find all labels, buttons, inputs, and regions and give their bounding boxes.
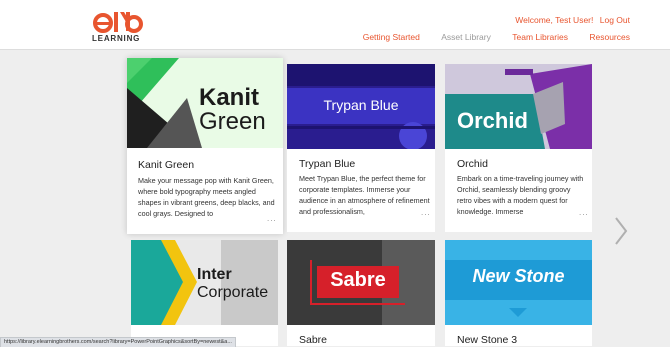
theme-card-kanit-green[interactable]: Kanit Green Kanit Green Make your messag…: [127, 58, 283, 234]
card-title[interactable]: Sabre: [299, 334, 327, 346]
user-area: Welcome, Test User! Log Out: [511, 15, 630, 25]
card-description: Embark on a time-traveling journey with …: [457, 174, 584, 216]
nav-getting-started[interactable]: Getting Started: [363, 32, 420, 42]
theme-card-inter-corporate[interactable]: Inter Corporate: [131, 240, 278, 346]
thumb-title: Orchid: [457, 108, 528, 133]
card-title[interactable]: Trypan Blue: [299, 158, 355, 170]
card-thumbnail[interactable]: New Stone: [445, 240, 592, 325]
more-options[interactable]: ...: [421, 208, 431, 217]
nav-team-libraries[interactable]: Team Libraries: [512, 32, 568, 42]
theme-card-new-stone-3[interactable]: New Stone New Stone 3: [445, 240, 592, 346]
card-thumbnail[interactable]: Orchid: [445, 64, 592, 149]
thumb-title-line2: Green: [199, 108, 266, 135]
thumb-title-line2: Corporate: [197, 284, 269, 301]
thumb-title-line1: Inter: [197, 266, 232, 283]
card-thumbnail[interactable]: Sabre: [287, 240, 435, 325]
chevron-right-icon[interactable]: [612, 216, 630, 246]
thumb-title: Trypan Blue: [323, 97, 399, 113]
orchid-art: [445, 64, 592, 149]
card-title[interactable]: Orchid: [457, 158, 488, 170]
welcome-link[interactable]: Welcome, Test User!: [515, 15, 593, 25]
thumb-title: New Stone: [472, 266, 565, 286]
theme-card-trypan-blue[interactable]: Trypan Blue Trypan Blue Meet Trypan Blue…: [287, 64, 435, 232]
nav-resources[interactable]: Resources: [589, 32, 630, 42]
nav-asset-library[interactable]: Asset Library: [441, 32, 491, 42]
more-options[interactable]: ...: [267, 214, 277, 223]
card-title[interactable]: New Stone 3: [457, 334, 517, 346]
card-description: Meet Trypan Blue, the perfect theme for …: [299, 174, 430, 216]
main-nav: Getting Started Asset Library Team Libra…: [344, 32, 630, 42]
thumb-title: Sabre: [330, 269, 386, 291]
logo-wordmark: LEARNING: [92, 34, 141, 43]
more-options[interactable]: ...: [579, 208, 589, 217]
card-thumbnail[interactable]: Trypan Blue: [287, 64, 435, 149]
logout-link[interactable]: Log Out: [600, 15, 630, 25]
theme-card-orchid[interactable]: Orchid Orchid Embark on a time-traveling…: [445, 64, 592, 232]
card-thumbnail[interactable]: Kanit Green: [127, 58, 283, 148]
theme-card-sabre[interactable]: Sabre Sabre: [287, 240, 435, 346]
top-header: LEARNING Welcome, Test User! Log Out Get…: [0, 0, 670, 50]
card-description: Make your message pop with Kanit Green, …: [138, 176, 275, 218]
card-thumbnail[interactable]: Inter Corporate: [131, 240, 278, 325]
card-title[interactable]: Kanit Green: [138, 159, 194, 171]
